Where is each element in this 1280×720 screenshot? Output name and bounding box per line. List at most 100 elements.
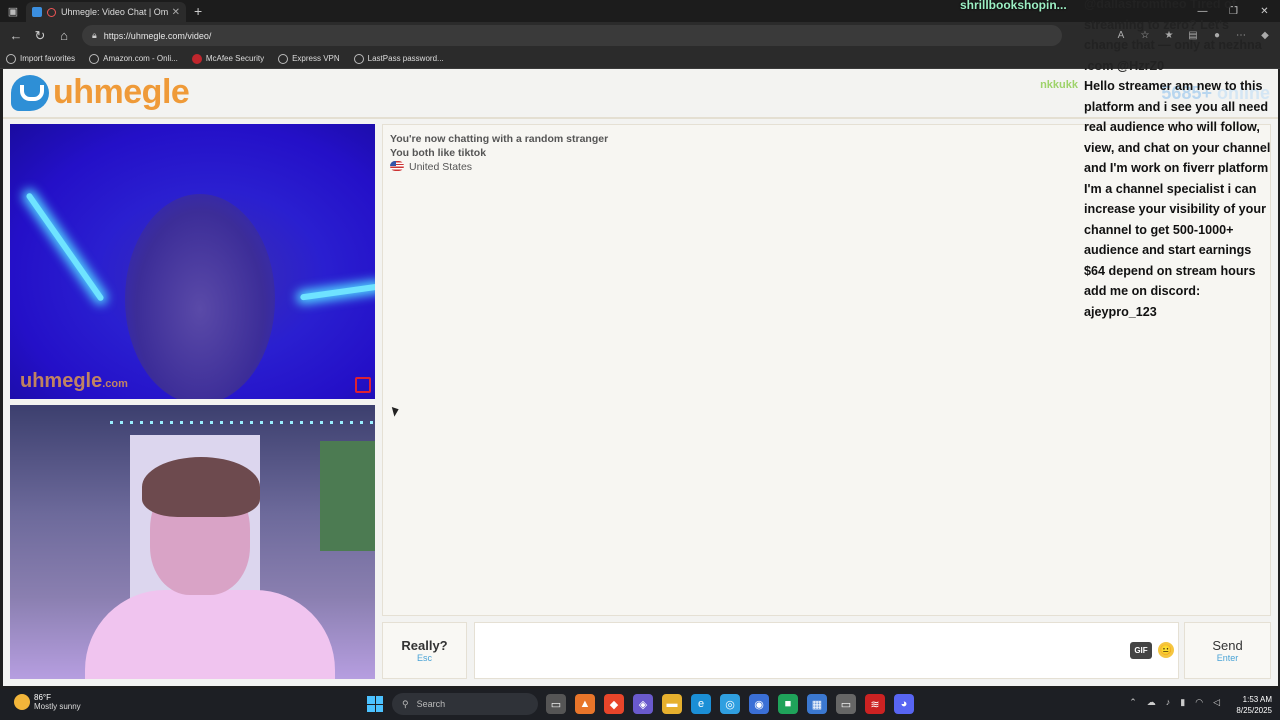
- favorite-label: Amazon.com - Onli...: [103, 54, 178, 63]
- overlay-username: shrillbookshopin...: [960, 0, 1067, 12]
- tab-actions-icon[interactable]: ▣: [0, 0, 26, 22]
- video-watermark: uhmegle.com: [20, 370, 128, 392]
- file-explorer-icon[interactable]: ▬: [662, 694, 682, 714]
- skip-label: Really?: [401, 638, 448, 653]
- home-icon[interactable]: ⌂: [52, 24, 76, 48]
- url-field[interactable]: 🔒︎ https://uhmegle.com/video/: [82, 25, 1062, 46]
- overlay-line: ajeypro_123: [1084, 304, 1157, 319]
- app-shield-icon[interactable]: ◉: [749, 694, 769, 714]
- site-logo[interactable]: uhmegle: [11, 73, 190, 112]
- overlay-message-2: Hello streamer am new to this platform an…: [1084, 76, 1278, 322]
- windows-start-icon[interactable]: [367, 696, 383, 712]
- favorite-mcafee[interactable]: McAfee Security: [191, 53, 265, 64]
- overlay-line: I'm a channel specialist i can: [1084, 181, 1257, 196]
- send-button[interactable]: Send Enter: [1184, 622, 1271, 679]
- globe-icon: [89, 53, 100, 64]
- nickname-badge: nkkukk: [1040, 79, 1078, 91]
- app-orange-icon[interactable]: ▲: [575, 694, 595, 714]
- mcafee-icon: [191, 53, 202, 64]
- clock-time: 1:53 AM: [1242, 695, 1272, 704]
- country-line: United States: [390, 161, 472, 173]
- us-flag-icon: [390, 161, 404, 171]
- cloud-icon[interactable]: ☁: [1147, 697, 1156, 708]
- skip-button[interactable]: Really? Esc: [382, 622, 467, 679]
- edge-icon[interactable]: e: [691, 694, 711, 714]
- globe-icon: [353, 53, 364, 64]
- new-tab-button[interactable]: +: [194, 3, 202, 19]
- overlay-line: real audience who will follow,: [1084, 120, 1260, 134]
- message-input[interactable]: GIF 😐: [474, 622, 1179, 679]
- favorite-label: LastPass password...: [367, 54, 444, 63]
- favorite-import[interactable]: Import favorites: [6, 53, 76, 64]
- taskbar-clock[interactable]: 1:53 AM 8/25/2025: [1236, 694, 1272, 716]
- favorite-amazon[interactable]: Amazon.com - Onli...: [89, 53, 178, 64]
- uhmegle-favicon-icon: [32, 7, 42, 17]
- search-icon: ⚲: [402, 698, 409, 709]
- favorite-label: McAfee Security: [205, 54, 265, 63]
- overlay-line: Hello streamer am new to this: [1084, 79, 1263, 93]
- neon-light-right: [299, 283, 375, 301]
- volume-icon[interactable]: ◁: [1213, 697, 1220, 708]
- chevron-up-icon[interactable]: ⌃: [1129, 697, 1137, 708]
- taskbar-apps: ▭ ▲ ◆ ◈ ▬ e ◎ ◉ ■ ▦ ▭ ≋ ◕: [546, 694, 914, 714]
- chat-status-line: You're now chatting with a random strang…: [390, 133, 609, 145]
- refresh-icon[interactable]: ↻: [28, 24, 52, 48]
- stranger-face: [125, 194, 275, 399]
- overlay-line: channel to get 500-1000+: [1084, 222, 1234, 237]
- overlay-line: $64 depend on stream hours: [1084, 263, 1256, 278]
- system-tray: ⌃ ☁ ♪ ▮ ◠ ◁: [1129, 697, 1220, 708]
- send-hint: Enter: [1216, 653, 1239, 663]
- app-blue-icon[interactable]: ◎: [720, 694, 740, 714]
- common-interest-line: You both like tiktok: [390, 147, 487, 159]
- app-window-icon[interactable]: ▭: [836, 694, 856, 714]
- self-video: [10, 405, 375, 679]
- overlay-line: streaming to zero? Let's: [1084, 17, 1230, 32]
- back-icon[interactable]: ←: [4, 24, 28, 48]
- report-flag-icon[interactable]: [355, 377, 371, 393]
- clock-date: 8/25/2025: [1236, 706, 1272, 715]
- weather-temp: 86°F: [34, 693, 51, 702]
- overlay-line: view, and chat on your channel: [1084, 140, 1271, 155]
- app-green-icon[interactable]: ■: [778, 694, 798, 714]
- tab-uhmegle[interactable]: Uhmegle: Video Chat | Ome ✕: [26, 2, 186, 22]
- app-stripes-icon[interactable]: ≋: [865, 694, 885, 714]
- battery-icon[interactable]: ▮: [1180, 697, 1185, 708]
- overlay-line: change that — only at nezhna: [1084, 38, 1262, 52]
- led-string-lights: [110, 421, 375, 424]
- tab-title: Uhmegle: Video Chat | Ome: [61, 7, 168, 17]
- person-body: [85, 590, 335, 679]
- overlay-message-1: @dallasfromtheo Tired of streaming to zer…: [1084, 0, 1278, 76]
- logo-bubble-icon: [11, 74, 49, 111]
- taskbar-search[interactable]: ⚲ Search: [392, 693, 538, 715]
- favorite-label: Express VPN: [292, 54, 340, 63]
- send-label: Send: [1212, 638, 1243, 653]
- logo-text: uhmegle: [53, 73, 190, 111]
- app-red-icon[interactable]: ◆: [604, 694, 624, 714]
- close-tab-icon[interactable]: ✕: [172, 7, 180, 18]
- mic-icon[interactable]: ♪: [1166, 697, 1171, 708]
- lock-icon: 🔒︎: [92, 30, 97, 40]
- wifi-icon[interactable]: ◠: [1195, 697, 1203, 708]
- overlay-line: platform and i see you all need: [1084, 99, 1269, 114]
- overlay-line: and I'm work on fiverr platform: [1084, 161, 1269, 175]
- copilot-app-icon[interactable]: ◈: [633, 694, 653, 714]
- weather-desc: Mostly sunny: [34, 702, 81, 711]
- country-text: United States: [409, 161, 473, 173]
- discord-icon[interactable]: ◕: [894, 694, 914, 714]
- task-view-icon[interactable]: ▭: [546, 694, 566, 714]
- gif-button[interactable]: GIF: [1130, 642, 1152, 659]
- emoji-icon[interactable]: 😐: [1158, 642, 1174, 658]
- favorite-expressvpn[interactable]: Express VPN: [278, 53, 340, 64]
- skip-hint: Esc: [416, 653, 432, 663]
- windows-taskbar: 86°F Mostly sunny ⚲ Search ▭ ▲ ◆ ◈ ▬ e ◎…: [0, 689, 1280, 720]
- neon-light-left: [25, 192, 105, 302]
- globe-icon: [278, 53, 289, 64]
- favorite-label: Import favorites: [20, 54, 76, 63]
- overlay-line: add me on discord:: [1084, 284, 1201, 298]
- recording-icon: [47, 7, 56, 17]
- store-icon[interactable]: ▦: [807, 694, 827, 714]
- weather-widget[interactable]: 86°F Mostly sunny: [14, 693, 81, 711]
- overlay-line: increase your visibility of your: [1084, 202, 1266, 216]
- person-hair: [142, 457, 260, 517]
- favorite-lastpass[interactable]: LastPass password...: [353, 53, 444, 64]
